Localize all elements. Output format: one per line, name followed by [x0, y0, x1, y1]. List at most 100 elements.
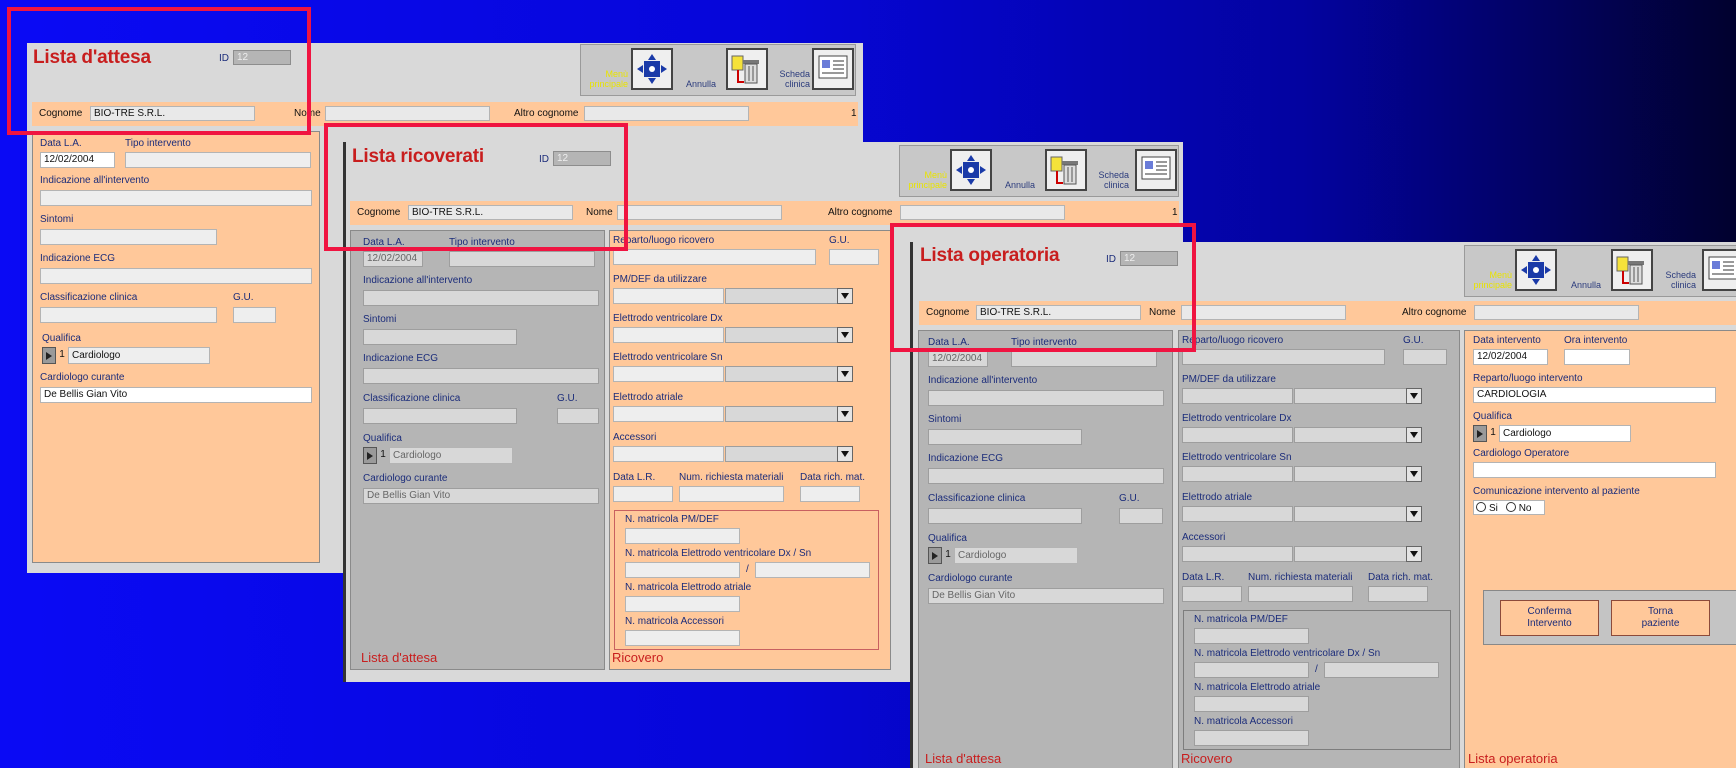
- classificazione-field[interactable]: [40, 307, 217, 323]
- qualifica-field[interactable]: Cardiologo: [954, 547, 1078, 564]
- vsn-field[interactable]: [1182, 466, 1293, 482]
- chevron-down-icon[interactable]: [837, 406, 853, 422]
- record-pointer-icon[interactable]: [42, 347, 56, 364]
- pmdef-field[interactable]: [613, 288, 724, 304]
- nome-field[interactable]: [1181, 305, 1346, 320]
- operatore-field[interactable]: [1473, 462, 1716, 478]
- gu-field[interactable]: [1119, 508, 1163, 524]
- vdx-combo[interactable]: [1294, 427, 1422, 443]
- data-lr-field[interactable]: [1182, 586, 1242, 602]
- no-radio[interactable]: No: [1505, 502, 1531, 514]
- vdx-field[interactable]: [613, 327, 724, 343]
- num-richiesta-field[interactable]: [1248, 586, 1353, 602]
- data-la-field[interactable]: 12/02/2004: [40, 152, 115, 168]
- annulla-button[interactable]: [726, 48, 768, 90]
- data-rich-field[interactable]: [800, 486, 860, 502]
- qualifica-field[interactable]: Cardiologo: [389, 447, 513, 464]
- accessori-combo[interactable]: [1294, 546, 1422, 562]
- record-pointer-icon[interactable]: [928, 547, 942, 564]
- altro-cognome-field[interactable]: [1474, 305, 1639, 320]
- nome-field[interactable]: [617, 205, 782, 220]
- data-lr-field[interactable]: [613, 486, 673, 502]
- pmdef-combo[interactable]: [725, 288, 853, 304]
- si-radio[interactable]: Si: [1476, 502, 1498, 514]
- scheda-clinica-button[interactable]: [1135, 149, 1177, 191]
- chevron-down-icon[interactable]: [1406, 546, 1422, 562]
- indicazione-field[interactable]: [928, 390, 1164, 406]
- accessori-field[interactable]: [613, 446, 724, 462]
- record-pointer-icon[interactable]: [363, 447, 377, 464]
- vsn-combo[interactable]: [1294, 466, 1422, 482]
- chevron-down-icon[interactable]: [1406, 388, 1422, 404]
- annulla-button[interactable]: [1045, 149, 1087, 191]
- gu-field[interactable]: [233, 307, 276, 323]
- chevron-down-icon[interactable]: [1406, 427, 1422, 443]
- matricola-vdx-field[interactable]: [625, 562, 740, 578]
- reparto-field[interactable]: [613, 249, 816, 265]
- matricola-vsn-field[interactable]: [1324, 662, 1439, 678]
- data-la-field[interactable]: 12/02/2004: [928, 351, 988, 367]
- vsn-field[interactable]: [613, 366, 724, 382]
- conferma-intervento-button[interactable]: Conferma Intervento: [1500, 600, 1599, 636]
- classificazione-field[interactable]: [928, 508, 1082, 524]
- pmdef-field[interactable]: [1182, 388, 1293, 404]
- data-intervento-field[interactable]: 12/02/2004: [1473, 349, 1548, 365]
- menu-principale-button[interactable]: [631, 48, 673, 90]
- curante-field[interactable]: De Bellis Gian Vito: [363, 488, 599, 504]
- chevron-down-icon[interactable]: [837, 327, 853, 343]
- chevron-down-icon[interactable]: [837, 288, 853, 304]
- matricola-vdx-field[interactable]: [1194, 662, 1309, 678]
- matricola-atriale-field[interactable]: [625, 596, 740, 612]
- num-richiesta-field[interactable]: [679, 486, 784, 502]
- reparto-intervento-field[interactable]: CARDIOLOGIA: [1473, 387, 1716, 403]
- scheda-clinica-button[interactable]: [1702, 249, 1736, 291]
- matricola-pmdef-field[interactable]: [625, 528, 740, 544]
- tipo-intervento-field[interactable]: [449, 251, 595, 267]
- sintomi-field[interactable]: [928, 429, 1082, 445]
- qualifica-field[interactable]: Cardiologo: [1499, 425, 1631, 442]
- accessori-field[interactable]: [1182, 546, 1293, 562]
- ecg-field[interactable]: [40, 268, 312, 284]
- altro-cognome-field[interactable]: [584, 106, 749, 121]
- matricola-vsn-field[interactable]: [755, 562, 870, 578]
- accessori-combo[interactable]: [725, 446, 853, 462]
- chevron-down-icon[interactable]: [837, 366, 853, 382]
- tipo-intervento-field[interactable]: [1011, 351, 1157, 367]
- curante-field[interactable]: De Bellis Gian Vito: [928, 588, 1164, 604]
- qualifica-field[interactable]: Cardiologo: [68, 347, 210, 364]
- chevron-down-icon[interactable]: [1406, 466, 1422, 482]
- matricola-accessori-field[interactable]: [1194, 730, 1309, 746]
- gu-field[interactable]: [557, 408, 599, 424]
- indicazione-field[interactable]: [40, 190, 312, 206]
- reparto-field[interactable]: [1182, 349, 1385, 365]
- data-la-field[interactable]: 12/02/2004: [363, 251, 423, 267]
- ora-intervento-field[interactable]: [1564, 349, 1630, 365]
- pmdef-combo[interactable]: [1294, 388, 1422, 404]
- scheda-clinica-button[interactable]: [812, 48, 854, 90]
- torna-paziente-button[interactable]: Torna paziente: [1611, 600, 1710, 636]
- atriale-combo[interactable]: [725, 406, 853, 422]
- classificazione-field[interactable]: [363, 408, 517, 424]
- chevron-down-icon[interactable]: [837, 446, 853, 462]
- vdx-field[interactable]: [1182, 427, 1293, 443]
- menu-principale-button[interactable]: [950, 149, 992, 191]
- annulla-button[interactable]: [1611, 249, 1653, 291]
- matricola-pmdef-field[interactable]: [1194, 628, 1309, 644]
- atriale-field[interactable]: [613, 406, 724, 422]
- gu-field[interactable]: [1403, 349, 1447, 365]
- nome-field[interactable]: [325, 106, 490, 121]
- indicazione-field[interactable]: [363, 290, 599, 306]
- gu-field[interactable]: [829, 249, 879, 265]
- altro-cognome-field[interactable]: [900, 205, 1065, 220]
- atriale-combo[interactable]: [1294, 506, 1422, 522]
- vsn-combo[interactable]: [725, 366, 853, 382]
- menu-principale-button[interactable]: [1515, 249, 1557, 291]
- tipo-intervento-field[interactable]: [125, 152, 311, 168]
- chevron-down-icon[interactable]: [1406, 506, 1422, 522]
- matricola-atriale-field[interactable]: [1194, 696, 1309, 712]
- sintomi-field[interactable]: [363, 329, 517, 345]
- vdx-combo[interactable]: [725, 327, 853, 343]
- ecg-field[interactable]: [363, 368, 599, 384]
- data-rich-field[interactable]: [1368, 586, 1428, 602]
- ecg-field[interactable]: [928, 468, 1164, 484]
